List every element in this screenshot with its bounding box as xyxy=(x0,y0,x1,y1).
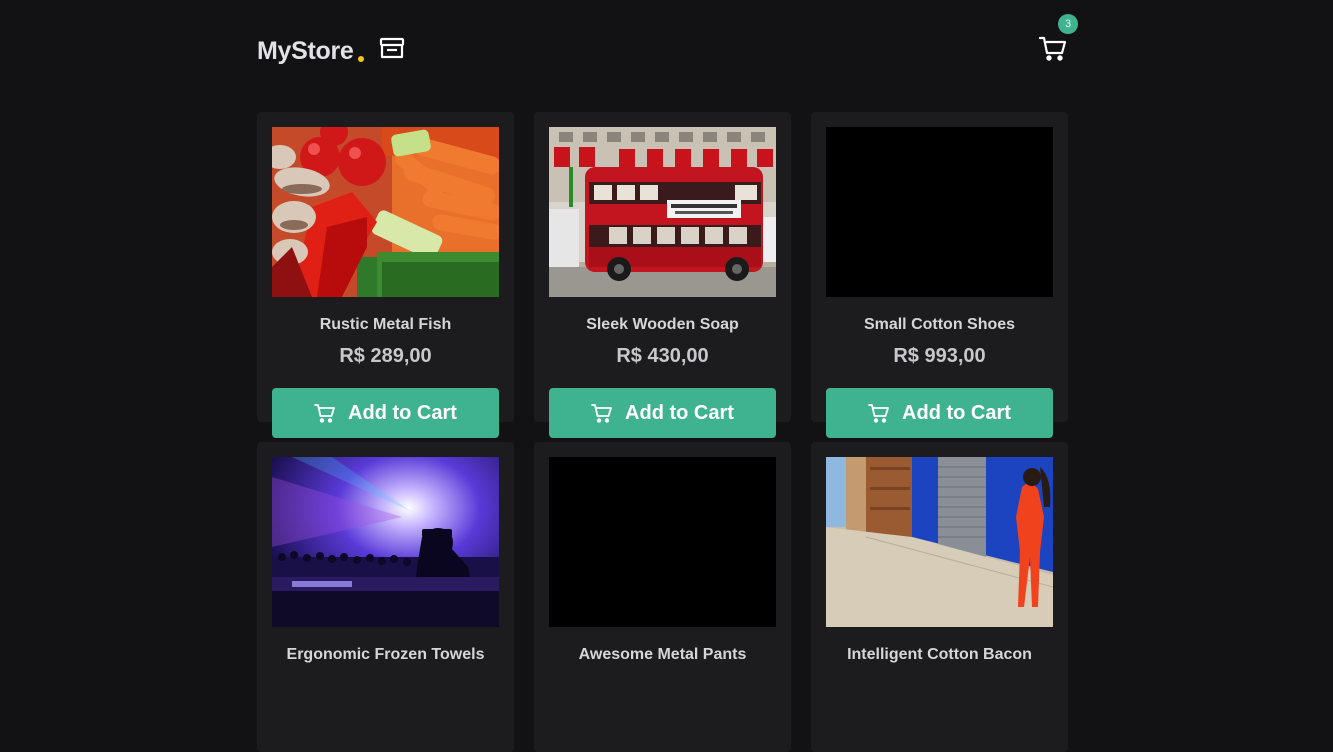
product-price: R$ 993,00 xyxy=(893,345,986,367)
product-card: Intelligent Cotton Bacon xyxy=(811,442,1068,752)
product-title: Sleek Wooden Soap xyxy=(586,316,739,333)
add-to-cart-button[interactable]: Add to Cart xyxy=(549,388,776,438)
cart-icon xyxy=(1038,36,1067,61)
brand-dot xyxy=(357,56,364,62)
add-to-cart-label: Add to Cart xyxy=(625,401,734,424)
product-title: Intelligent Cotton Bacon xyxy=(847,646,1032,663)
product-card: Sleek Wooden Soap R$ 430,00 Add to Cart xyxy=(534,112,791,438)
brand-name: MyStore xyxy=(257,37,354,65)
product-price: R$ 289,00 xyxy=(339,345,432,367)
cart-icon xyxy=(591,404,612,423)
store-icon xyxy=(379,37,404,59)
product-image-placeholder xyxy=(549,457,776,627)
product-image-red-bus xyxy=(549,127,776,297)
product-title: Small Cotton Shoes xyxy=(863,316,1016,333)
cart-icon xyxy=(868,404,889,423)
cart-button[interactable] xyxy=(1038,32,1068,64)
product-price: R$ 430,00 xyxy=(616,345,709,367)
product-card: Rustic Metal Fish R$ 289,00 Add to Cart xyxy=(257,112,514,438)
add-to-cart-button[interactable]: Add to Cart xyxy=(826,388,1053,438)
product-image-street xyxy=(826,457,1053,627)
product-title: Ergonomic Frozen Towels xyxy=(286,646,485,663)
app-root: MyStore 3 Rustic Metal Fish R$ 289,00 Ad… xyxy=(257,0,1078,752)
brand-logo-link[interactable]: MyStore xyxy=(257,34,406,68)
product-grid: Rustic Metal Fish R$ 289,00 Add to Cart xyxy=(257,112,1068,752)
add-to-cart-button[interactable]: Add to Cart xyxy=(272,388,499,438)
add-to-cart-label: Add to Cart xyxy=(348,401,457,424)
site-header: MyStore 3 xyxy=(257,0,1078,112)
product-card: Ergonomic Frozen Towels xyxy=(257,442,514,752)
product-title: Rustic Metal Fish xyxy=(319,316,452,333)
product-card: Small Cotton Shoes R$ 993,00 Add to Cart xyxy=(811,112,1068,438)
product-image-vegetables xyxy=(272,127,499,297)
add-to-cart-label: Add to Cart xyxy=(902,401,1011,424)
cart-count-badge: 3 xyxy=(1058,14,1078,34)
cart-icon xyxy=(314,404,335,423)
product-title: Awesome Metal Pants xyxy=(578,646,747,663)
product-image-concert xyxy=(272,457,499,627)
product-card: Awesome Metal Pants xyxy=(534,442,791,752)
product-image-placeholder xyxy=(826,127,1053,297)
